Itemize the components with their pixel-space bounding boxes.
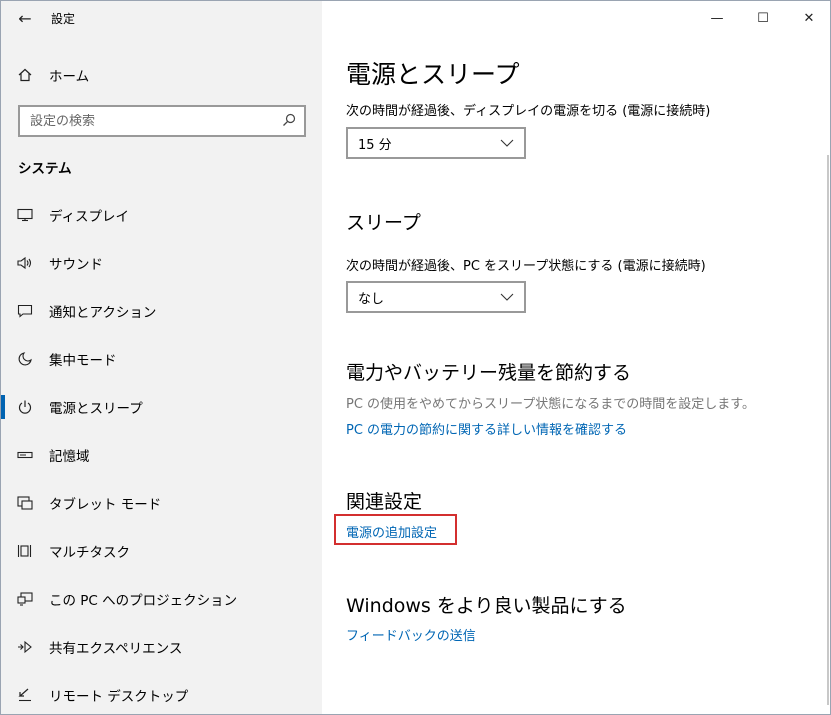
sidebar-item-focus-assist[interactable]: 集中モード — [1, 335, 322, 383]
maximize-icon: ☐ — [757, 10, 769, 26]
home-label: ホーム — [49, 69, 90, 85]
sidebar-item-label: 共有エクスペリエンス — [49, 641, 183, 657]
save-power-description: PC の使用をやめてからスリープ状態になるまでの時間を設定します。 — [346, 397, 755, 412]
screen-timeout-value: 15 分 — [358, 137, 392, 153]
sidebar-item-projection[interactable]: この PC へのプロジェクション — [1, 575, 322, 623]
close-icon: ✕ — [803, 10, 815, 26]
power-saving-info-link[interactable]: PC の電力の節約に関する詳しい情報を確認する — [346, 419, 627, 438]
home-nav-item[interactable]: ホーム — [1, 59, 322, 91]
minimize-button[interactable]: — — [694, 1, 740, 35]
sidebar-item-remote-desktop[interactable]: リモート デスクトップ — [1, 671, 322, 714]
scrollbar[interactable] — [827, 155, 829, 705]
sidebar-item-label: ディスプレイ — [49, 209, 130, 225]
notification-icon — [1, 304, 49, 318]
sidebar: ← 設定 ホーム システム ディスプレイ — [1, 1, 322, 714]
sleep-timeout-value: なし — [358, 291, 385, 307]
sidebar-item-notifications[interactable]: 通知とアクション — [1, 287, 322, 335]
remote-desktop-icon — [1, 688, 49, 702]
section-heading-system: システム — [18, 161, 72, 177]
power-icon — [1, 400, 49, 414]
content-pane: — ☐ ✕ 電源とスリープ 次の時間が経過後、ディスプレイの電源を切る (電源に… — [322, 1, 830, 714]
multitask-icon — [1, 544, 49, 558]
sidebar-item-label: 記憶域 — [49, 449, 90, 465]
minimize-icon: — — [710, 10, 724, 26]
settings-window: ← 設定 ホーム システム ディスプレイ — [0, 0, 831, 715]
app-title: 設定 — [51, 11, 76, 26]
sidebar-item-multitasking[interactable]: マルチタスク — [1, 527, 322, 575]
close-button[interactable]: ✕ — [786, 1, 830, 35]
sidebar-item-label: 通知とアクション — [49, 305, 157, 321]
sidebar-item-tablet-mode[interactable]: タブレット モード — [1, 479, 322, 527]
screen-timeout-dropdown[interactable]: 15 分 — [346, 127, 526, 159]
additional-power-settings-link[interactable]: 電源の追加設定 — [346, 522, 437, 541]
screen-timeout-label: 次の時間が経過後、ディスプレイの電源を切る (電源に接続時) — [346, 104, 711, 119]
sleep-timeout-label: 次の時間が経過後、PC をスリープ状態にする (電源に接続時) — [346, 259, 706, 274]
page-title: 電源とスリープ — [346, 60, 520, 89]
share-icon — [1, 640, 49, 654]
related-settings-heading: 関連設定 — [346, 491, 423, 513]
sleep-timeout-dropdown[interactable]: なし — [346, 281, 526, 313]
search-input[interactable] — [30, 113, 270, 129]
send-feedback-link[interactable]: フィードバックの送信 — [346, 625, 476, 644]
back-button[interactable]: ← — [1, 1, 49, 35]
sidebar-item-label: 集中モード — [49, 353, 117, 369]
back-arrow-icon: ← — [18, 8, 32, 28]
storage-icon — [1, 450, 49, 460]
sidebar-item-storage[interactable]: 記憶域 — [1, 431, 322, 479]
sidebar-item-shared-experiences[interactable]: 共有エクスペリエンス — [1, 623, 322, 671]
save-power-heading: 電力やバッテリー残量を節約する — [346, 362, 632, 384]
search-icon[interactable] — [282, 112, 296, 131]
system-nav-list: ディスプレイ サウンド 通知とアクション 集中モード 電源とスリープ 記憶域 タ… — [1, 191, 322, 714]
sidebar-item-display[interactable]: ディスプレイ — [1, 191, 322, 239]
display-icon — [1, 208, 49, 222]
speaker-icon — [1, 256, 49, 270]
chevron-down-icon — [500, 290, 514, 305]
sidebar-item-label: マルチタスク — [49, 545, 130, 561]
sidebar-item-sound[interactable]: サウンド — [1, 239, 322, 287]
maximize-button[interactable]: ☐ — [740, 1, 786, 35]
projection-icon — [1, 592, 49, 606]
feedback-heading: Windows をより良い製品にする — [346, 595, 627, 617]
tablet-icon — [1, 496, 49, 510]
home-icon — [1, 68, 49, 82]
title-bar: ← 設定 — [1, 1, 322, 35]
sidebar-item-label: この PC へのプロジェクション — [49, 593, 238, 609]
sleep-heading: スリープ — [346, 212, 421, 234]
window-controls: — ☐ ✕ — [694, 1, 830, 35]
chevron-down-icon — [500, 136, 514, 151]
sidebar-item-power-sleep[interactable]: 電源とスリープ — [1, 383, 322, 431]
settings-search-box[interactable] — [18, 105, 306, 137]
sidebar-item-label: タブレット モード — [49, 497, 162, 513]
sidebar-item-label: 電源とスリープ — [49, 401, 143, 417]
moon-icon — [1, 352, 49, 366]
sidebar-item-label: サウンド — [49, 257, 103, 273]
sidebar-item-label: リモート デスクトップ — [49, 689, 189, 705]
